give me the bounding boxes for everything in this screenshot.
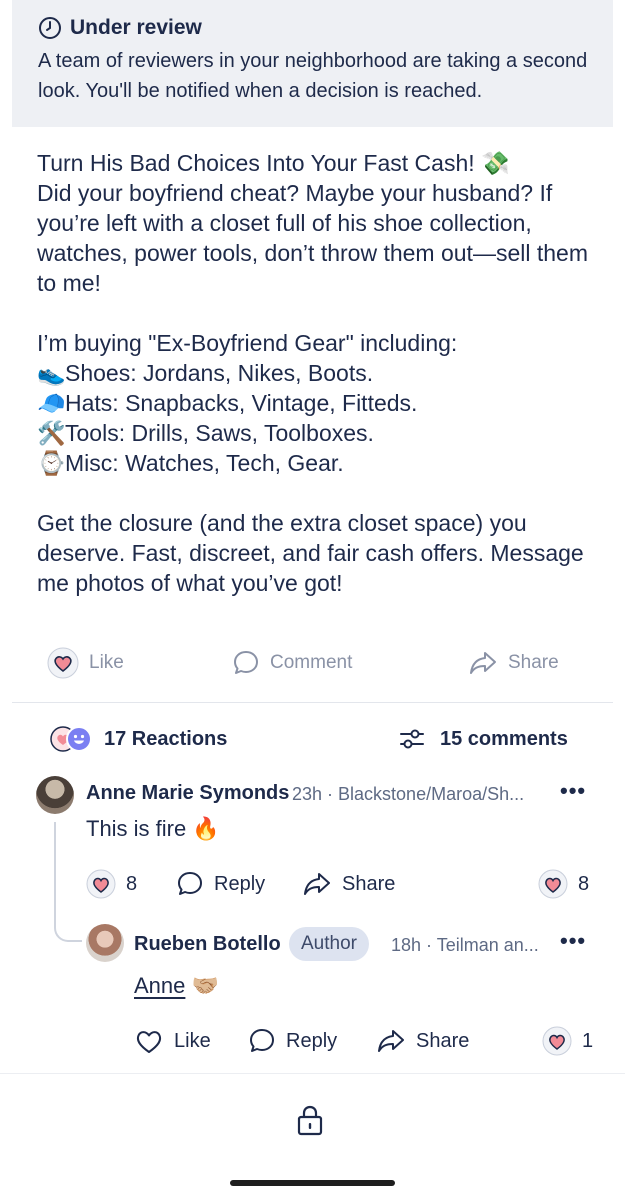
lock-icon[interactable] [296,1104,324,1136]
comment-like-count: 8 [126,872,138,895]
share-label: Share [416,1029,470,1052]
thread-connector [54,822,82,942]
comment-share-button[interactable]: Share [376,1025,469,1057]
avatar[interactable] [36,776,74,814]
share-label: Share [508,652,559,673]
post-item: 🧢Hats: Snapbacks, Vintage, Fitteds. [37,388,607,418]
post-paragraph: Did your boyfriend cheat? Maybe your hus… [37,180,588,296]
comments-count: 15 comments [440,727,568,750]
comment-meta: 23h · Blackstone/Maroa/Sh... [292,784,525,804]
post-closing: Get the closure (and the extra closet sp… [37,510,584,596]
comment-label: Comment [270,652,353,673]
heart-icon [86,869,116,899]
reaction-count: 1 [582,1029,594,1052]
reactions-summary[interactable]: 17 Reactions [50,722,227,756]
comment-icon [250,1029,274,1052]
reaction-laugh-icon [66,726,92,752]
comment-reaction-summary[interactable]: 1 [542,1025,593,1057]
like-label: Like [89,652,124,673]
tools-emoji: 🛠️ [37,420,66,446]
post-item-text: Shoes: Jordans, Nikes, Boots. [65,360,374,386]
reactions-count: 17 Reactions [104,727,228,750]
reply-label: Reply [286,1029,338,1052]
comments-summary[interactable]: 15 comments [398,722,568,756]
comment-like-button[interactable]: 8 [86,868,137,900]
like-button[interactable]: Like [47,645,124,681]
comment-reaction-summary[interactable]: 8 [538,868,589,900]
comment-icon [234,651,258,674]
comment-reply-button[interactable]: Reply [176,868,265,900]
post-actions: Like Comment Share [0,645,625,681]
clock-icon [39,17,61,39]
reply-label: Reply [214,872,266,895]
post-body: Turn His Bad Choices Into Your Fast Cash… [37,148,607,598]
post-headline: Turn His Bad Choices Into Your Fast Cash… [37,150,510,176]
avatar[interactable] [86,924,124,962]
heart-icon [136,1031,162,1053]
post-item-text: Tools: Drills, Saws, Toolboxes. [65,420,374,446]
comment-text: This is fire 🔥 [86,816,220,841]
banner-title-text: Under review [70,16,202,39]
share-label: Share [342,872,396,895]
post-stats: 17 Reactions 15 comments [0,722,625,756]
mention-link[interactable]: Anne [134,973,185,998]
post-item-text: Hats: Snapbacks, Vintage, Fitteds. [65,390,418,416]
author-badge: Author [289,927,369,961]
post-item: 👟Shoes: Jordans, Nikes, Boots. [37,358,607,388]
comment-share-button[interactable]: Share [302,868,395,900]
share-button[interactable]: Share [468,645,559,681]
watch-emoji: ⌚ [37,450,66,476]
banner-title: Under review [38,14,613,42]
review-banner: Under review A team of reviewers in your… [12,0,613,127]
heart-icon [47,647,79,679]
post-item: 🛠️Tools: Drills, Saws, Toolboxes. [37,418,607,448]
divider [12,702,613,703]
post-item: ⌚Misc: Watches, Tech, Gear. [37,448,607,478]
comment-meta: 18h · Teilman an... [391,935,539,955]
more-dots-icon[interactable]: ••• [560,928,586,954]
shoe-emoji: 👟 [37,360,66,386]
post-item-text: Misc: Watches, Tech, Gear. [65,450,344,476]
comment-text-suffix: 🤝🏼 [185,973,219,998]
comment-icon [178,872,202,895]
filter-icon [400,729,424,749]
share-icon [378,1030,404,1052]
home-indicator[interactable] [230,1180,395,1186]
reaction-heart-icon [538,869,568,899]
comment-reply-button[interactable]: Reply [248,1025,337,1057]
comment-button[interactable]: Comment [232,645,352,681]
post-intro: I’m buying "Ex-Boyfriend Gear" including… [37,330,458,356]
comment-like-button[interactable]: Like [134,1025,211,1057]
share-icon [304,873,330,895]
reaction-count: 8 [578,872,590,895]
comment-text: Anne 🤝🏼 [134,973,219,999]
comment-author-name[interactable]: Anne Marie Symonds [86,782,289,805]
banner-text: A team of reviewers in your neighborhood… [38,50,588,102]
cap-emoji: 🧢 [37,390,66,416]
reaction-heart-icon [542,1026,572,1056]
like-label: Like [174,1029,211,1052]
share-icon [470,652,496,674]
comment-author-name[interactable]: Rueben Botello [134,933,281,956]
more-dots-icon[interactable]: ••• [560,778,586,804]
